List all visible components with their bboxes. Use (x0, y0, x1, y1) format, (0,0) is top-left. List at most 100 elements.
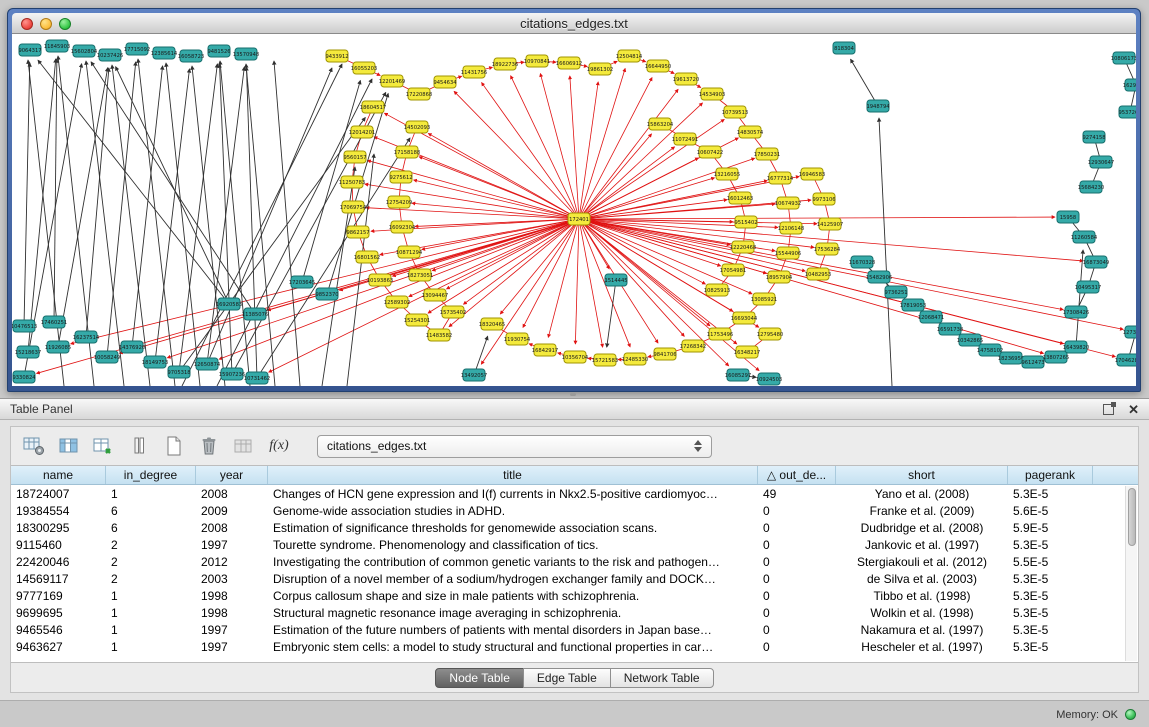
graph-edge[interactable] (419, 157, 579, 219)
table-panel-header: Table Panel ✕ (0, 399, 1149, 420)
column-header-out_degree[interactable]: △ out_de... (758, 466, 836, 484)
graph-edge[interactable] (274, 61, 300, 386)
graph-edge[interactable] (116, 67, 229, 304)
graph-edge[interactable] (463, 219, 579, 304)
graph-edge[interactable] (246, 64, 275, 386)
close-window-button[interactable] (21, 18, 33, 30)
panel-divider-handle[interactable] (570, 393, 576, 396)
row-tools-icon[interactable] (126, 434, 152, 458)
table-row[interactable]: 1830029562008Estimation of significance … (11, 519, 1138, 536)
cell-pagerank: 5.3E-5 (1008, 606, 1093, 620)
graph-node-label: 16920583 (216, 302, 242, 308)
table-scrollbar[interactable] (1125, 486, 1137, 661)
graph-edge[interactable] (575, 219, 579, 344)
table-row[interactable]: 1872400712008Changes of HCN gene express… (11, 485, 1138, 502)
network-graph[interactable]: 1724019433912160552031220146917220868945… (12, 34, 1136, 386)
graph-node-label: 9973106 (812, 197, 835, 203)
graph-edge[interactable] (548, 219, 579, 337)
delete-column-icon[interactable] (196, 434, 222, 458)
cell-year: 2009 (196, 504, 268, 518)
column-header-short[interactable]: short (836, 466, 1008, 484)
graph-node-label: 9862157 (346, 230, 369, 236)
window-titlebar[interactable]: citations_edges.txt (12, 13, 1136, 34)
graph-edge[interactable] (570, 76, 579, 219)
graph-edge[interactable] (579, 219, 1123, 329)
graph-edge[interactable] (579, 219, 1044, 353)
tab-network-table[interactable]: Network Table (610, 668, 714, 688)
graph-edge[interactable] (579, 219, 1115, 357)
graph-edge[interactable] (327, 93, 388, 294)
minimize-window-button[interactable] (40, 18, 52, 30)
graph-edge[interactable] (58, 68, 108, 347)
tab-node-table[interactable]: Node Table (435, 668, 524, 688)
graph-edge[interactable] (179, 117, 365, 372)
graph-edge[interactable] (220, 64, 232, 374)
graph-edge[interactable] (579, 176, 799, 219)
graph-node-label: 16092304 (389, 225, 416, 231)
graph-edge[interactable] (879, 118, 892, 386)
graph-node-label: 17220868 (406, 92, 432, 98)
graph-edge[interactable] (482, 83, 579, 219)
graph-node-label: 14502093 (404, 125, 430, 131)
graph-edge[interactable] (579, 219, 737, 344)
table-row[interactable]: 969969511998Structural magnetic resonanc… (11, 604, 1138, 621)
zoom-window-button[interactable] (59, 18, 71, 30)
graph-edge[interactable] (851, 59, 878, 106)
graph-edge[interactable] (454, 91, 579, 219)
graph-edge[interactable] (579, 82, 598, 219)
function-builder-icon[interactable]: f(x) (266, 434, 292, 458)
graph-edge[interactable] (540, 74, 579, 219)
graph-node-label: 17819053 (900, 303, 926, 309)
graph-edge[interactable] (409, 219, 579, 297)
graph-node-label: 10476513 (12, 324, 37, 330)
graph-edge[interactable] (511, 76, 579, 219)
graph-edge[interactable] (446, 219, 579, 289)
graph-node-label: 16058723 (178, 54, 204, 60)
graph-edge[interactable] (28, 59, 56, 352)
graph-edge[interactable] (579, 219, 705, 284)
graph-edge[interactable] (138, 59, 175, 386)
column-header-in_degree[interactable]: in_degree (106, 466, 196, 484)
column-header-pagerank[interactable]: pagerank (1008, 466, 1093, 484)
table-row[interactable]: 946362711997Embryonic stem cells: a mode… (11, 638, 1138, 655)
graph-edge[interactable] (366, 208, 579, 219)
graph-edge[interactable] (54, 59, 57, 322)
graph-edge[interactable] (182, 64, 342, 386)
graph-node-label: 18320465 (479, 322, 505, 328)
table-row[interactable]: 2242004622012Investigating the contribut… (11, 553, 1138, 570)
table-row[interactable]: 977716911998Corpus callosum shape and si… (11, 587, 1138, 604)
table-selector-dropdown[interactable]: citations_edges.txt (317, 435, 712, 458)
graph-edge[interactable] (579, 89, 678, 219)
graph-edge[interactable] (428, 219, 579, 313)
import-table-icon[interactable] (231, 434, 257, 458)
close-panel-icon[interactable]: ✕ (1128, 404, 1139, 415)
network-canvas[interactable]: 1724019433912160552031220146917220868945… (12, 34, 1136, 386)
table-mode-icon[interactable] (21, 434, 47, 458)
graph-edge[interactable] (107, 62, 136, 357)
graph-node-label: 9433912 (325, 54, 348, 60)
graph-edge[interactable] (607, 280, 616, 347)
float-panel-icon[interactable] (1103, 404, 1114, 415)
table-row[interactable]: 911546021997Tourette syndrome. Phenomeno… (11, 536, 1138, 553)
column-header-title[interactable]: title (268, 466, 758, 484)
new-column-icon[interactable] (91, 434, 117, 458)
table-row[interactable]: 946554611997Estimation of the future num… (11, 621, 1138, 638)
graph-edge[interactable] (86, 68, 109, 337)
graph-edge[interactable] (38, 60, 229, 304)
tab-edge-table[interactable]: Edge Table (523, 668, 611, 688)
graph-edge[interactable] (28, 60, 64, 386)
column-header-year[interactable]: year (196, 466, 268, 484)
table-scrollbar-thumb[interactable] (1128, 488, 1136, 546)
cell-short: Stergiakouli et al. (2012) (836, 555, 1008, 569)
table-row[interactable]: 1938455462009Genome-wide association stu… (11, 502, 1138, 519)
graph-node-label: 10482953 (805, 272, 831, 278)
graph-edge[interactable] (579, 217, 1055, 219)
graph-edge[interactable] (24, 63, 30, 326)
graph-edge[interactable] (579, 103, 703, 219)
graph-edge[interactable] (428, 133, 579, 219)
column-header-name[interactable]: name (11, 466, 106, 484)
new-table-icon[interactable] (161, 434, 187, 458)
graph-edge[interactable] (132, 66, 163, 347)
show-columns-icon[interactable] (56, 434, 82, 458)
table-row[interactable]: 1456911722003Disruption of a novel membe… (11, 570, 1138, 587)
